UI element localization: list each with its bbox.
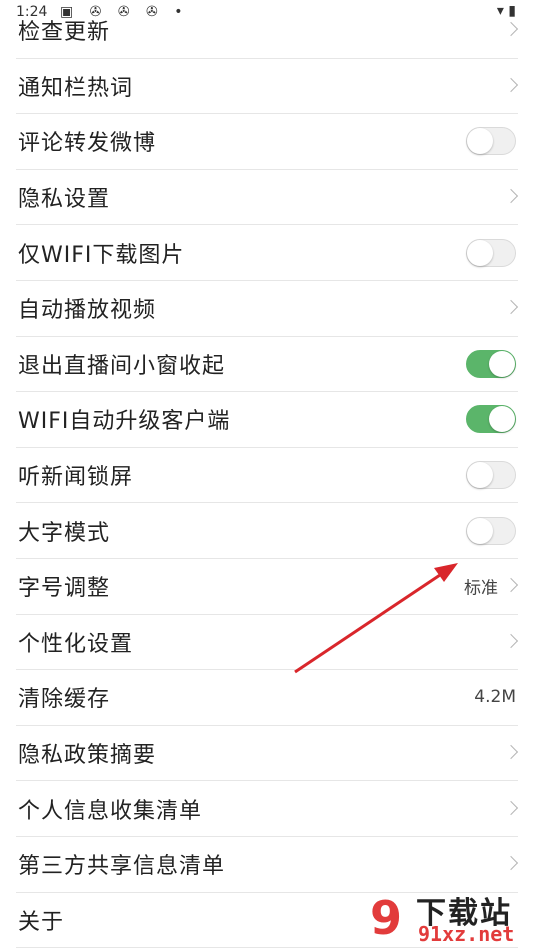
settings-row-label: 第三方共享信息清单 (18, 854, 226, 880)
settings-row-label: 关于 (18, 909, 65, 935)
settings-row-label: 清除缓存 (18, 687, 111, 713)
settings-row[interactable]: WIFI自动升级客户端 (16, 392, 518, 448)
watermark-domain: 91xz.net (418, 922, 515, 946)
wifi-battery-icon: ▾ ▮ (496, 3, 516, 19)
toggle-knob (489, 350, 515, 377)
settings-row[interactable]: 通知栏热词 (16, 59, 519, 115)
watermark-logo: 9 下载站 91xz.net (358, 888, 530, 948)
status-time: 1:24 (16, 4, 48, 20)
toggle-switch[interactable] (466, 238, 516, 267)
settings-row[interactable]: 个性化设置 (16, 615, 519, 671)
settings-row[interactable]: 自动播放视频 (16, 281, 519, 337)
notification-icons: ▣ ✇ ✇ ✇ • (60, 4, 189, 20)
settings-row-label: 隐私政策摘要 (18, 743, 157, 769)
toggle-switch[interactable] (466, 461, 516, 490)
settings-row[interactable]: 退出直播间小窗收起 (16, 337, 518, 393)
settings-row-label: 个人信息收集清单 (18, 798, 203, 824)
settings-row-label: 自动播放视频 (18, 298, 157, 324)
settings-row-value: 4.2M (474, 687, 516, 708)
settings-row[interactable]: 隐私政策摘要 (16, 726, 519, 782)
settings-list: 检查更新 通知栏热词 评论转发微博 隐私设置 仅WIFI下载图片 自动播放视频 退出直播间小… (0, 3, 534, 949)
settings-row-label: 听新闻锁屏 (18, 465, 134, 491)
chevron-right-icon (503, 633, 519, 648)
toggle-knob (467, 517, 493, 544)
toggle-switch[interactable] (466, 127, 516, 156)
settings-row[interactable]: 仅WIFI下载图片 (16, 225, 518, 281)
settings-row[interactable]: 字号调整 标准 (16, 559, 519, 615)
settings-row[interactable]: 清除缓存 4.2M (16, 670, 518, 726)
watermark-mark-icon: 9 (369, 891, 402, 945)
settings-row-label: 字号调整 (18, 576, 111, 602)
settings-row[interactable]: 大字模式 (16, 503, 518, 559)
chevron-right-icon (503, 800, 519, 815)
settings-row-label: WIFI自动升级客户端 (18, 409, 231, 435)
status-bar: 1:24 ▣ ✇ ✇ ✇ • ▾ ▮ (0, 0, 534, 26)
settings-row-label: 通知栏热词 (18, 75, 134, 101)
toggle-switch[interactable] (466, 405, 516, 434)
settings-row-label: 大字模式 (18, 520, 111, 546)
settings-row[interactable]: 评论转发微博 (16, 114, 518, 170)
chevron-right-icon (503, 744, 519, 760)
toggle-switch[interactable] (466, 516, 516, 545)
settings-row-value: 标准 (464, 578, 498, 599)
settings-row[interactable]: 第三方共享信息清单 (16, 837, 519, 893)
toggle-knob (489, 406, 515, 433)
settings-row-label: 个性化设置 (18, 631, 134, 657)
chevron-right-icon (503, 300, 519, 315)
toggle-knob (467, 462, 493, 489)
toggle-knob (467, 128, 493, 155)
chevron-right-icon (503, 77, 519, 92)
chevron-right-icon (503, 189, 519, 204)
toggle-knob (467, 239, 493, 266)
settings-row-label: 仅WIFI下载图片 (18, 242, 185, 268)
chevron-right-icon (503, 578, 519, 593)
settings-row[interactable]: 听新闻锁屏 (16, 448, 518, 504)
settings-row-label: 评论转发微博 (18, 131, 157, 157)
settings-row-label: 隐私设置 (18, 187, 111, 213)
toggle-switch[interactable] (466, 349, 516, 378)
chevron-right-icon (503, 856, 519, 871)
settings-row[interactable]: 隐私设置 (16, 170, 519, 226)
settings-row-label: 退出直播间小窗收起 (18, 353, 226, 379)
settings-row[interactable]: 个人信息收集清单 (16, 781, 519, 837)
